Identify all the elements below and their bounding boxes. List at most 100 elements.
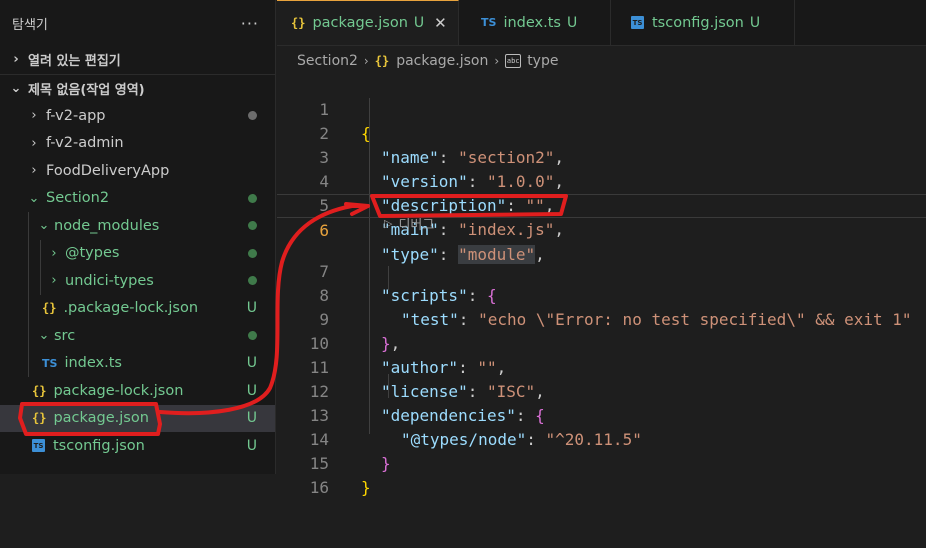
close-icon[interactable]: ✕ [434,14,447,32]
modified-dot-icon [248,111,257,121]
tab-index-ts[interactable]: TS index.ts U [459,0,611,45]
explorer-title: 탐색기 [12,17,48,33]
tree-item-label: package-lock.json [53,382,184,399]
untracked-dot-icon [248,248,257,258]
chevron-down-icon: ⌄ [38,328,50,344]
chevron-down-icon: ⌄ [10,81,22,96]
untracked-dot-icon [248,331,257,341]
tree-item-label: Section2 [46,190,110,207]
tree-item-label: package.json [53,410,149,427]
tree-item-src[interactable]: ⌄ src [0,322,275,350]
tree-item-undici-types[interactable]: › undici-types [0,267,275,295]
string-symbol-icon: abc [505,54,522,68]
tree-item-node-modules[interactable]: ⌄ node_modules [0,212,275,240]
code-line: 4 "description": "", [277,146,926,215]
chevron-right-icon: › [51,245,57,261]
tree-item-label: tsconfig.json [53,437,145,454]
breadcrumb-symbol[interactable]: type [527,53,558,69]
breadcrumb: Section2 › {} package.json › abc type [277,48,926,74]
tree-item-types[interactable]: › @types [0,239,275,267]
indent-guide [40,267,41,295]
tree-item-package-json[interactable]: {} package.json U [0,404,275,432]
open-editors-label: 열려 있는 편집기 [28,54,121,69]
breadcrumb-file[interactable]: package.json [396,53,488,69]
code-line: 2 "name": "section2", [277,98,926,167]
untracked-dot-icon [248,221,257,231]
indent-guide [28,322,29,350]
chevron-right-icon: › [31,108,37,124]
code-line: 9 }, [277,284,926,353]
tab-label: tsconfig.json [652,14,744,31]
untracked-badge: U [246,437,257,454]
line-number: 16 [309,478,329,497]
chevron-right-icon: › [13,52,19,67]
code-line: 13 "@types/node": "^20.11.5" [277,380,926,449]
tree-item-label: node_modules [54,217,160,234]
tree-item-label: FoodDeliveryApp [46,162,170,179]
code-line: 1 { [277,74,926,143]
json-file-icon: {} [32,383,47,398]
tree-item-index-ts[interactable]: TS index.ts U [0,349,275,377]
tree-item-dot-package-lock-json[interactable]: {} .package-lock.json U [0,294,275,322]
indent-guide [28,212,29,240]
untracked-badge: U [246,355,257,372]
debug-codelens[interactable]: ▷ 디버그 [384,214,434,233]
chevron-down-icon: ⌄ [28,190,40,206]
code-line: 7 "scripts": { [277,236,926,305]
untracked-badge: U [246,300,257,317]
code-line: 3 "version": "1.0.0", [277,122,926,191]
tsconfig-file-icon: TS [32,439,45,453]
tab-tsconfig-json[interactable]: TS tsconfig.json U [611,0,795,45]
tree-item-label: f-v2-app [46,107,106,124]
indent-guide [28,267,29,295]
open-editors-section[interactable]: › 열려 있는 편집기 [0,46,275,73]
untracked-badge: U [413,15,425,31]
tsconfig-file-icon: TS [631,16,644,29]
tree-item-f-v2-admin[interactable]: › f-v2-admin [0,130,275,158]
chevron-down-icon: ⌄ [38,218,50,234]
ellipsis-icon[interactable]: ··· [241,14,259,33]
tree-item-label: undici-types [65,272,154,289]
workspace-section[interactable]: ⌄ 제목 없음(작업 영역) [0,75,275,102]
explorer-header: 탐색기 ··· [0,0,275,46]
code-line: 16 [277,452,926,497]
json-file-icon: {} [42,301,57,316]
untracked-badge: U [246,382,257,399]
chevron-right-icon: › [51,273,57,289]
tree-item-label: index.ts [64,355,122,372]
json-file-icon: {} [374,54,390,68]
chevron-right-icon: › [31,163,37,179]
workspace-label: 제목 없음(작업 영역) [28,83,145,98]
tab-label: index.ts [503,14,561,31]
tree-item-label: f-v2-admin [46,135,124,152]
code-line: 11 "license": "ISC", [277,332,926,401]
indent-guide [28,294,29,322]
explorer-sidebar: 탐색기 ··· › 열려 있는 편집기 ⌄ 제목 없음(작업 영역) › f-v… [0,0,276,474]
play-icon: ▷ [384,217,393,230]
chevron-right-icon: › [363,54,369,68]
tree-item-label: @types [65,245,120,262]
untracked-dot-icon [248,276,257,286]
untracked-dot-icon [248,193,257,203]
codelens-label: 디버그 [398,218,435,233]
tree-item-tsconfig-json[interactable]: TS tsconfig.json U [0,432,275,460]
tree-item-f-v2-app[interactable]: › f-v2-app [0,102,275,130]
indent-guide [40,239,41,267]
code-line-current: 6 "type": "module", [277,194,926,264]
code-text: } [361,478,371,497]
json-file-icon: {} [32,411,47,426]
tree-item-label: .package-lock.json [63,300,199,317]
typescript-file-icon: TS [481,16,497,29]
chevron-right-icon: › [31,135,37,151]
code-line: 14 } [277,404,926,473]
code-line: 15 } [277,428,926,497]
untracked-badge: U [749,14,761,31]
tree-item-section2[interactable]: ⌄ Section2 [0,185,275,213]
breadcrumb-folder[interactable]: Section2 [297,53,358,69]
tree-item-package-lock-json[interactable]: {} package-lock.json U [0,377,275,405]
tree-item-fooddeliveryapp[interactable]: › FoodDeliveryApp [0,157,275,185]
code-line: 8 "test": "echo \"Error: no test specifi… [277,260,926,329]
code-editor[interactable]: 1 { 2 "name": "section2", 3 "version": "… [277,74,926,497]
indent-guide [28,239,29,267]
tab-package-json[interactable]: {} package.json U ✕ [277,0,459,45]
